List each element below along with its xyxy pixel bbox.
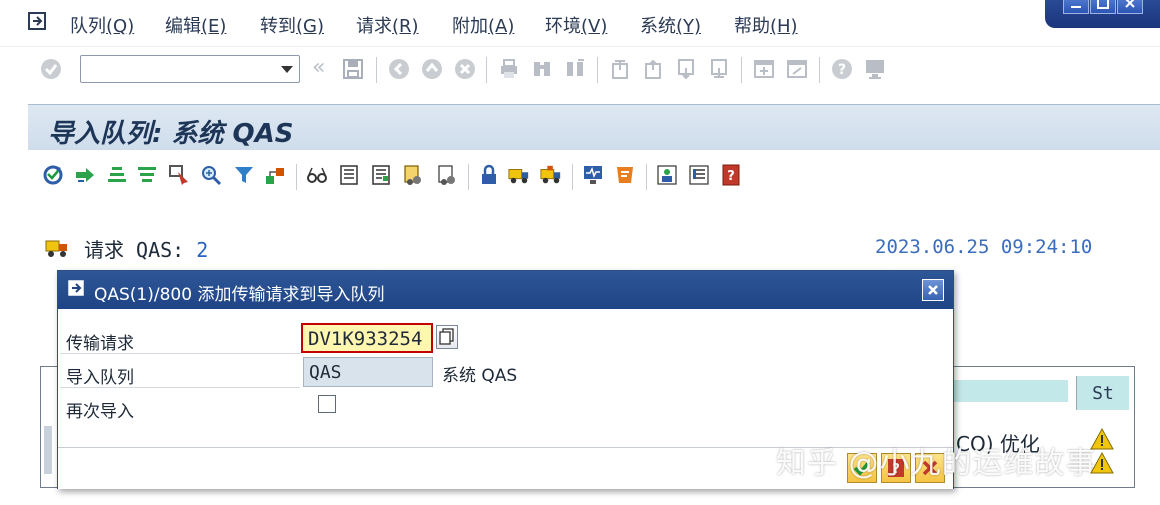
glasses-display-icon[interactable] [306,164,328,186]
import-queue-field: QAS [303,357,433,387]
maximize-icon [1097,0,1109,9]
transport-request-label: 传输请求 [66,334,134,354]
sap-window-icon [68,280,84,296]
svg-text:?: ? [838,62,846,78]
page-title: 导入队列: 系统 QAS [48,119,294,149]
requests-summary: 请求 QAS: 2 [84,234,208,263]
dialog-close-button[interactable] [922,279,944,301]
import-queue-label: 导入队列 [66,368,134,388]
transport-request-input[interactable]: DV1K933254 [301,323,433,353]
previous-page-icon[interactable] [642,58,664,80]
find-next-icon[interactable] [564,58,586,80]
layout-menu-icon[interactable] [864,58,886,80]
back-icon[interactable] [388,58,410,80]
minimize-button[interactable] [1063,0,1089,14]
monitor-icon[interactable] [582,164,604,186]
truck-icon [45,240,67,257]
logs-icon[interactable] [370,164,392,186]
menu-goto[interactable]: 转到(G) [260,12,324,38]
toolbar-separator [468,164,469,190]
command-field[interactable] [80,55,300,83]
detail-search-icon[interactable] [200,164,222,186]
refresh-icon[interactable] [42,164,64,186]
legend-icon[interactable] [688,164,710,186]
create-session-icon[interactable] [753,58,775,80]
last-page-icon[interactable] [708,58,730,80]
close-icon [1125,0,1135,8]
back-history-glyph[interactable]: « [312,55,325,80]
user-settings-icon[interactable] [656,164,678,186]
toolbar-separator [486,57,487,83]
application-toolbar: ? [28,150,1160,202]
grid-header-strip [940,380,1068,402]
requests-count: 2 [196,238,209,262]
row-divider [60,387,300,388]
close-icon [928,285,938,295]
minimize-icon [1071,6,1081,8]
row-divider [60,353,300,354]
maximize-button[interactable] [1090,0,1116,14]
exit-icon[interactable] [421,58,443,80]
select-block-icon[interactable] [168,164,190,186]
import-history-icon[interactable] [402,164,424,186]
window-controls [1045,0,1160,28]
chevron-down-icon[interactable] [281,66,293,73]
first-page-icon[interactable] [609,58,631,80]
truck-import-icon[interactable] [508,164,530,186]
toolbar-separator [296,164,297,190]
window-close-button[interactable] [1117,0,1143,14]
toolbar-separator [819,57,820,83]
menu-queue[interactable]: 队列(Q) [70,12,134,38]
print-icon[interactable] [498,58,520,80]
row-selector[interactable] [44,426,52,474]
watermark: 知乎 @小九的运维故事 [776,446,1097,481]
cancel-icon[interactable] [454,58,476,80]
menu-system[interactable]: 系统(Y) [640,12,701,38]
import-queue-description: 系统 QAS [442,366,518,386]
svg-text:?: ? [727,169,735,184]
reimport-checkbox[interactable] [318,395,336,413]
dialog-title-bar: QAS(1)/800 添加传输请求到导入队列 [58,271,953,309]
menu-edit[interactable]: 编辑(E) [165,12,226,38]
toolbar-separator [572,164,573,190]
next-page-icon[interactable] [675,58,697,80]
request-list-icon[interactable] [338,164,360,186]
menu-bar: 队列(Q) 编辑(E) 转到(G) 请求(R) 附加(A) 环境(V) 系统(Y… [0,0,1160,46]
grid-header-status[interactable]: St [1076,376,1129,410]
find-icon[interactable] [531,58,553,80]
value-help-button[interactable] [436,325,458,349]
sort-ascending-icon[interactable] [106,164,128,186]
transport-system-icon[interactable] [264,164,286,186]
toolbar-separator [376,57,377,83]
sort-descending-icon[interactable] [136,164,158,186]
menu-extras[interactable]: 附加(A) [452,12,514,38]
menu-help[interactable]: 帮助(H) [734,12,798,38]
toolbar-separator [646,164,647,190]
screen-title-bar: 导入队列: 系统 QAS [28,104,1160,151]
help-book-icon[interactable]: ? [720,164,742,186]
certificate-icon[interactable] [614,164,636,186]
sap-menu-icon[interactable] [28,12,50,32]
shortcut-icon[interactable] [786,58,808,80]
reimport-label: 再次导入 [66,402,134,422]
truck-import-all-icon[interactable] [540,164,562,186]
requests-label: 请求 QAS: [84,238,185,262]
request-overview-icon[interactable] [436,164,458,186]
copy-icon [439,328,454,345]
lock-icon[interactable] [478,164,500,186]
standard-toolbar: « ? [0,46,1160,93]
help-icon[interactable]: ? [831,58,853,80]
import-request-icon[interactable] [74,164,96,186]
toolbar-separator [741,57,742,83]
enter-check-icon[interactable] [40,58,62,80]
queue-timestamp: 2023.06.25 09:24:10 [875,236,1093,258]
toolbar-separator [597,57,598,83]
menu-environment[interactable]: 环境(V) [545,12,607,38]
filter-icon[interactable] [233,164,255,186]
menu-request[interactable]: 请求(R) [356,12,419,38]
save-icon[interactable] [342,58,364,80]
dialog-title: QAS(1)/800 添加传输请求到导入队列 [94,285,385,305]
